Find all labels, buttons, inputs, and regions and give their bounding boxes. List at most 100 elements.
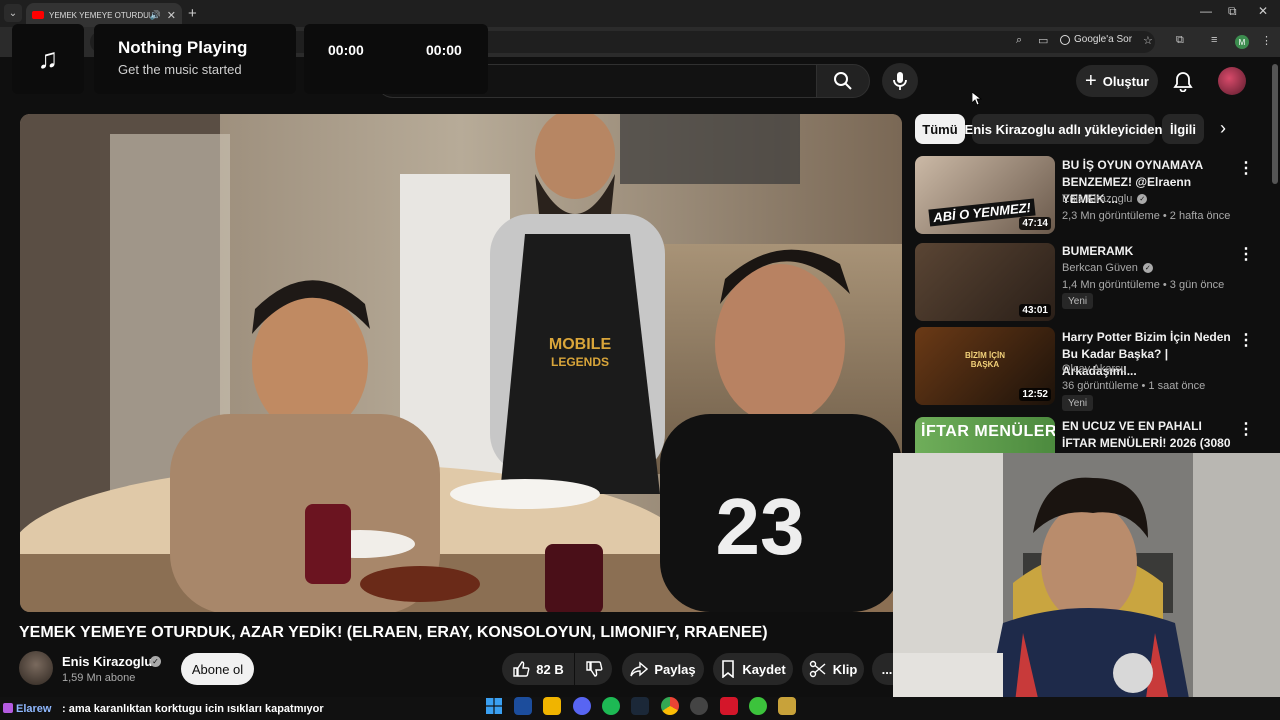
league-icon[interactable] (778, 697, 796, 715)
music-note-icon[interactable]: ♫ (12, 24, 84, 94)
verified-check-icon: ✓ (1142, 263, 1153, 273)
share-button[interactable]: Paylaş (622, 653, 704, 685)
subscribe-button[interactable]: Abone ol (181, 653, 254, 685)
chat-message: : ama karanlıktan korktugu icin ısıkları… (62, 703, 324, 715)
rec-menu-icon[interactable]: ⋮ (1238, 330, 1254, 350)
thumbs-up-icon (513, 661, 530, 677)
youtube-favicon-icon (32, 11, 44, 19)
search-icon (834, 72, 852, 90)
rec-thumbnail[interactable]: İFTAR MENÜLERİ (915, 417, 1055, 453)
like-count: 82 B (536, 661, 564, 677)
spotify-icon[interactable] (602, 697, 620, 715)
reading-list-icon[interactable]: ≡ (1211, 34, 1217, 46)
minimize-button[interactable]: — (1200, 4, 1212, 18)
share-icon (630, 661, 649, 677)
file-editor-icon[interactable] (514, 697, 532, 715)
zoom-icon[interactable]: ⌕ (1016, 34, 1022, 47)
search-button[interactable] (816, 64, 870, 98)
google-lens-icon (1060, 34, 1070, 45)
browser-menu-icon[interactable]: ⋮ (1261, 34, 1272, 47)
rec-thumb-text: BİZİM İÇİN BAŞKA (965, 351, 1005, 369)
create-label: Oluştur (1102, 73, 1149, 89)
rec-thumb-text: İFTAR MENÜLERİ (921, 423, 1055, 440)
video-frame: MOBILE LEGENDS 23 (20, 114, 902, 612)
verified-check-icon: ✓ (1137, 194, 1148, 204)
verified-check-icon: ✓ (150, 656, 161, 667)
new-badge: Yeni (1062, 395, 1094, 411)
scrollbar[interactable] (1272, 64, 1278, 184)
video-player[interactable]: MOBILE LEGENDS 23 (20, 114, 902, 612)
voice-search-button[interactable] (882, 63, 918, 99)
plus-icon: + (1085, 69, 1097, 92)
folder-icon[interactable] (543, 697, 561, 715)
bookmark-star-icon[interactable]: ☆ (1143, 34, 1153, 47)
video-duration: 47:14 (1019, 217, 1051, 230)
mouse-cursor-icon (971, 91, 983, 111)
chip-all[interactable]: Tümü (915, 114, 965, 144)
channel-name[interactable]: Enis Kirazoglu (62, 654, 152, 669)
like-button[interactable]: 82 B (502, 653, 574, 685)
rec-meta: 1,4 Mn görüntüleme • 3 gün önce (1062, 279, 1225, 291)
rec-menu-icon[interactable]: ⋮ (1238, 158, 1254, 178)
windows-start-icon[interactable] (485, 697, 503, 715)
obs-icon[interactable] (690, 697, 708, 715)
rec-title[interactable]: BUMERAMK (1062, 243, 1232, 260)
chat-badge-icon (3, 703, 13, 713)
rec-menu-icon[interactable]: ⋮ (1238, 244, 1254, 264)
channel-avatar[interactable] (19, 651, 53, 685)
rec-thumbnail[interactable]: 43:01 (915, 243, 1055, 321)
game-launcher-icon[interactable] (720, 697, 738, 715)
rec-channel[interactable]: Enis Kirazoglu ✓ (1062, 193, 1148, 205)
rec-thumbnail[interactable]: ABİ O YENMEZ! 47:14 (915, 156, 1055, 234)
save-label: Kaydet (742, 661, 786, 677)
thumbs-down-icon (585, 661, 602, 677)
create-button[interactable]: + Oluştur (1076, 65, 1158, 97)
video-duration: 43:01 (1019, 304, 1051, 317)
chip-related[interactable]: İlgili (1162, 114, 1204, 144)
chevron-right-icon[interactable]: › (1220, 118, 1226, 139)
restore-button[interactable]: ⧉ (1228, 4, 1237, 19)
tab-close-icon[interactable]: ✕ (167, 9, 176, 22)
browser-profile-avatar[interactable]: M (1235, 35, 1249, 49)
music-time-panel (304, 24, 488, 94)
clip-button[interactable]: Klip (802, 653, 864, 685)
music-title: Nothing Playing (118, 38, 248, 57)
svg-text:MOBILE: MOBILE (549, 336, 612, 353)
rec-channel-name: Enis Kirazoglu (1062, 193, 1133, 205)
steam-icon[interactable] (631, 697, 649, 715)
rec-meta: 36 görüntüleme • 1 saat önce (1062, 380, 1206, 392)
google-ask-button[interactable]: Google'a Sor (1060, 34, 1132, 45)
clip-label: Klip (832, 661, 858, 677)
rec-thumbnail[interactable]: BİZİM İÇİN BAŞKA 12:52 (915, 327, 1055, 405)
dislike-button[interactable] (575, 653, 612, 685)
rec-channel-name: Berkcan Güven (1062, 262, 1138, 274)
notifications-bell-icon[interactable] (1172, 70, 1194, 97)
speaker-icon[interactable]: 🔊 (150, 10, 161, 21)
extensions-icon[interactable]: ⧉ (1176, 34, 1184, 47)
webcam-frame (893, 453, 1280, 720)
video-duration: 12:52 (1019, 388, 1051, 401)
music-total-time: 00:00 (426, 42, 462, 58)
rec-meta: 2,3 Mn görüntüleme • 2 hafta önce (1062, 210, 1231, 222)
rec-channel[interactable]: Olcay Akarsu (1062, 363, 1127, 375)
share-label: Paylaş (654, 661, 696, 677)
rec-menu-icon[interactable]: ⋮ (1238, 419, 1254, 439)
app-icon[interactable] (749, 697, 767, 715)
chat-username: Elarew (16, 703, 52, 715)
youtube-account-avatar[interactable] (1218, 67, 1246, 95)
new-tab-button[interactable]: + (188, 5, 197, 22)
save-button[interactable]: Kaydet (713, 653, 793, 685)
subscriber-count: 1,59 Mn abone (62, 672, 136, 684)
svg-text:LEGENDS: LEGENDS (551, 355, 609, 369)
close-window-button[interactable]: ✕ (1258, 4, 1268, 18)
google-ask-label: Google'a Sor (1074, 34, 1133, 45)
discord-icon[interactable] (573, 697, 591, 715)
rec-channel[interactable]: Berkcan Güven ✓ (1062, 262, 1153, 274)
tab-title: YEMEK YEMEYE OTURDUK, (49, 10, 150, 20)
video-title: YEMEK YEMEYE OTURDUK, AZAR YEDİK! (ELRAE… (19, 624, 768, 641)
cast-icon[interactable]: ▭ (1038, 34, 1048, 47)
chip-from-uploader[interactable]: Enis Kirazoglu adlı yükleyiciden (965, 114, 1162, 144)
tab-search-chevron-icon[interactable]: ⌄ (4, 4, 22, 22)
rec-channel-name: Olcay Akarsu (1062, 363, 1127, 375)
chrome-icon[interactable] (661, 697, 679, 715)
